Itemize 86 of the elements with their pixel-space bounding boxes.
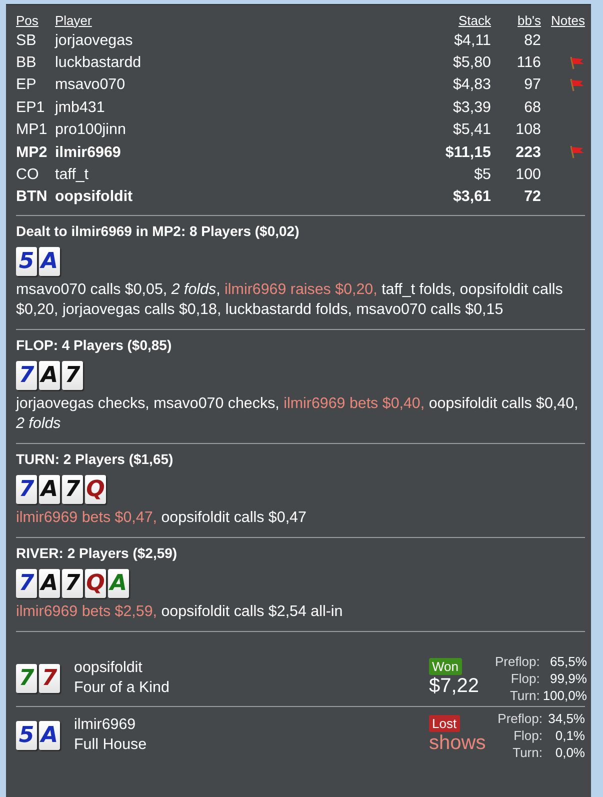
- player-name: pro100jinn: [55, 121, 127, 138]
- equity-label: Flop:: [510, 670, 540, 687]
- playing-card: A: [39, 720, 60, 750]
- player-name: taff_t: [55, 166, 90, 184]
- equity-value: 0,0%: [554, 744, 585, 761]
- position-cell-text: MP2: [16, 144, 48, 161]
- position-cell-text: CO: [16, 166, 40, 184]
- equity-value: 99,9%: [549, 670, 587, 687]
- playing-card: 7: [16, 475, 37, 504]
- action-log: jorjaovegas checks, msavo070 checks, ilmir6969 bets $0,40, oopsifoldit calls $0,40, 2 folds: [16, 394, 580, 434]
- column-header[interactable]: Stack: [411, 12, 491, 28]
- stack-cell-text: $3,39: [452, 98, 491, 116]
- bb-count: 97: [523, 76, 541, 94]
- bb-count: 100: [514, 166, 541, 184]
- outcome-badge: Won: [429, 658, 462, 676]
- playing-card: 7: [16, 361, 37, 390]
- flag-icon[interactable]: [569, 56, 585, 70]
- column-header[interactable]: bb's: [491, 12, 541, 28]
- bb-count: 116: [516, 54, 541, 72]
- column-header[interactable]: Notes: [541, 12, 585, 28]
- playing-card: 5: [16, 720, 37, 750]
- player-name: jorjaovegas: [55, 32, 134, 49]
- stack-cell-text: $4,11: [453, 32, 491, 49]
- flag-icon[interactable]: [569, 145, 585, 160]
- playing-card: A: [39, 475, 60, 504]
- playing-card: 5: [16, 247, 37, 276]
- hand-rank: Four of a Kind: [74, 678, 170, 698]
- stack-cell-text: $5: [473, 166, 491, 184]
- column-header[interactable]: Pos: [16, 12, 55, 28]
- position-cell-text: MP1: [16, 121, 48, 138]
- player-name: ilmir6969: [55, 144, 122, 161]
- stack-cell-text: $3,61: [452, 188, 491, 206]
- playing-card: A: [108, 569, 129, 598]
- street-heading: RIVER: 2 Players ($2,59): [16, 545, 178, 562]
- player-name: oopsifoldit: [74, 658, 144, 678]
- playing-card: Q: [85, 569, 106, 598]
- bb-count: 68: [523, 98, 541, 116]
- action-log: ilmir6969 bets $2,59, oopsifoldit calls $2,54 all-in: [16, 602, 344, 622]
- playing-card: 7: [62, 475, 83, 504]
- playing-card: 7: [62, 569, 83, 598]
- equity-value: 65,5%: [549, 652, 587, 670]
- amount-text: shows: [429, 732, 486, 756]
- column-header[interactable]: Player: [55, 12, 411, 28]
- bb-count: 72: [523, 188, 541, 206]
- stack-cell-text: $4,83: [452, 76, 491, 94]
- playing-card: 7: [16, 569, 37, 598]
- playing-card: 7: [16, 664, 37, 693]
- action-log: msavo070 calls $0,05, 2 folds, ilmir6969 raises $0,20, taff_t folds, oopsifoldit calls $0,20, jorjaovegas calls $0,18, luckbastardd folds, msavo070 calls $0,15: [16, 280, 564, 320]
- bb-count: 223: [514, 144, 541, 161]
- equity-label: Preflop:: [496, 710, 542, 727]
- player-name: jmb431: [55, 98, 106, 116]
- equity-label: Flop:: [512, 726, 542, 744]
- playing-card: A: [39, 247, 60, 276]
- stack-cell-text: $11,15: [444, 144, 491, 161]
- equity-label: Turn:: [512, 744, 542, 761]
- equity-value: 100,0%: [542, 686, 587, 704]
- position-cell-text: SB: [16, 32, 38, 49]
- player-name: ilmir6969: [74, 715, 137, 736]
- stack-cell-text: $5,80: [452, 54, 491, 72]
- amount-text: $7,22: [429, 675, 480, 698]
- playing-card: 7: [62, 361, 83, 390]
- equity-label: Turn:: [508, 686, 540, 704]
- flag-icon[interactable]: [569, 78, 585, 92]
- player-name: oopsifoldit: [55, 188, 134, 206]
- street-heading: TURN: 2 Players ($1,65): [16, 451, 174, 468]
- playing-card: A: [39, 569, 60, 598]
- bb-count: 108: [514, 121, 541, 138]
- street-heading: Dealt to ilmir6969 in MP2: 8 Players ($0,02): [16, 223, 300, 240]
- playing-card: Q: [85, 475, 106, 504]
- equity-value: 34,5%: [547, 710, 585, 727]
- bb-count: 82: [523, 32, 541, 49]
- equity-label: Preflop:: [495, 652, 540, 670]
- playing-card: 7: [39, 664, 60, 693]
- hand-rank: Full House: [74, 735, 148, 756]
- position-cell-text: BB: [16, 54, 38, 72]
- outcome-badge: Lost: [429, 715, 460, 732]
- player-name: luckbastardd: [55, 54, 142, 72]
- stack-cell-text: $5,41: [452, 121, 491, 138]
- street-heading: FLOP: 4 Players ($0,85): [16, 337, 173, 354]
- player-name: msavo070: [55, 76, 126, 94]
- position-cell-text: EP: [16, 76, 38, 94]
- position-cell-text: EP1: [16, 98, 46, 116]
- action-log: ilmir6969 bets $0,47, oopsifoldit calls $0,47: [16, 508, 308, 528]
- position-cell-text: BTN: [16, 188, 48, 206]
- playing-card: A: [39, 361, 60, 390]
- equity-value: 0,1%: [554, 726, 585, 744]
